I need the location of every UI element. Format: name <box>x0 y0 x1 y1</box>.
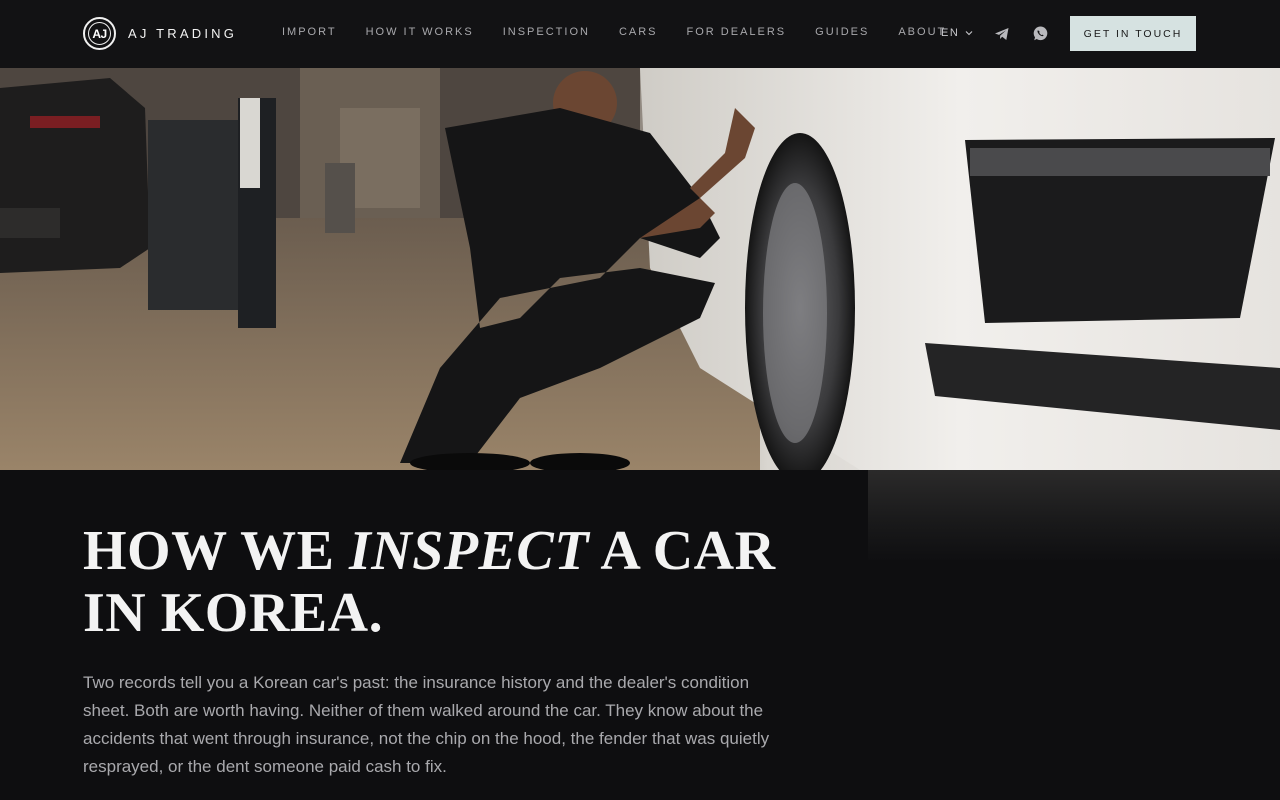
mechanic-inspecting-car-illustration <box>0 68 1280 470</box>
nav-guides[interactable]: GUIDES <box>815 26 869 38</box>
chevron-down-icon <box>965 31 973 36</box>
title-pre: HOW WE <box>83 520 349 582</box>
nav-how-it-works[interactable]: HOW IT WORKS <box>366 26 474 38</box>
site-header: AJ AJ TRADING IMPORT HOW IT WORKS INSPEC… <box>0 0 1280 68</box>
nav-cars[interactable]: CARS <box>619 26 658 38</box>
nav-inspection[interactable]: INSPECTION <box>503 26 590 38</box>
hero-image <box>0 68 1280 470</box>
intro-paragraph: Two records tell you a Korean car's past… <box>83 673 770 776</box>
language-label: EN <box>941 27 960 39</box>
telegram-icon[interactable] <box>994 26 1010 42</box>
nav-about[interactable]: ABOUT <box>898 26 946 38</box>
whatsapp-icon[interactable] <box>1032 25 1049 42</box>
brand-logo[interactable]: AJ AJ TRADING <box>83 17 237 50</box>
nav-import[interactable]: IMPORT <box>282 26 337 38</box>
logo-mark-text: AJ <box>92 26 107 41</box>
hero-image-overlap <box>868 470 1280 560</box>
language-selector[interactable]: EN <box>941 27 973 39</box>
logo-mark: AJ <box>83 17 116 50</box>
brand-name: AJ TRADING <box>128 26 238 41</box>
title-emphasis: INSPECT <box>348 520 589 582</box>
get-in-touch-button[interactable]: GET IN TOUCH <box>1070 16 1196 51</box>
main-nav: IMPORT HOW IT WORKS INSPECTION CARS FOR … <box>282 26 975 38</box>
page-title: HOW WE INSPECT A CAR IN KOREA. <box>83 520 803 644</box>
nav-for-dealers[interactable]: FOR DEALERS <box>687 26 787 38</box>
